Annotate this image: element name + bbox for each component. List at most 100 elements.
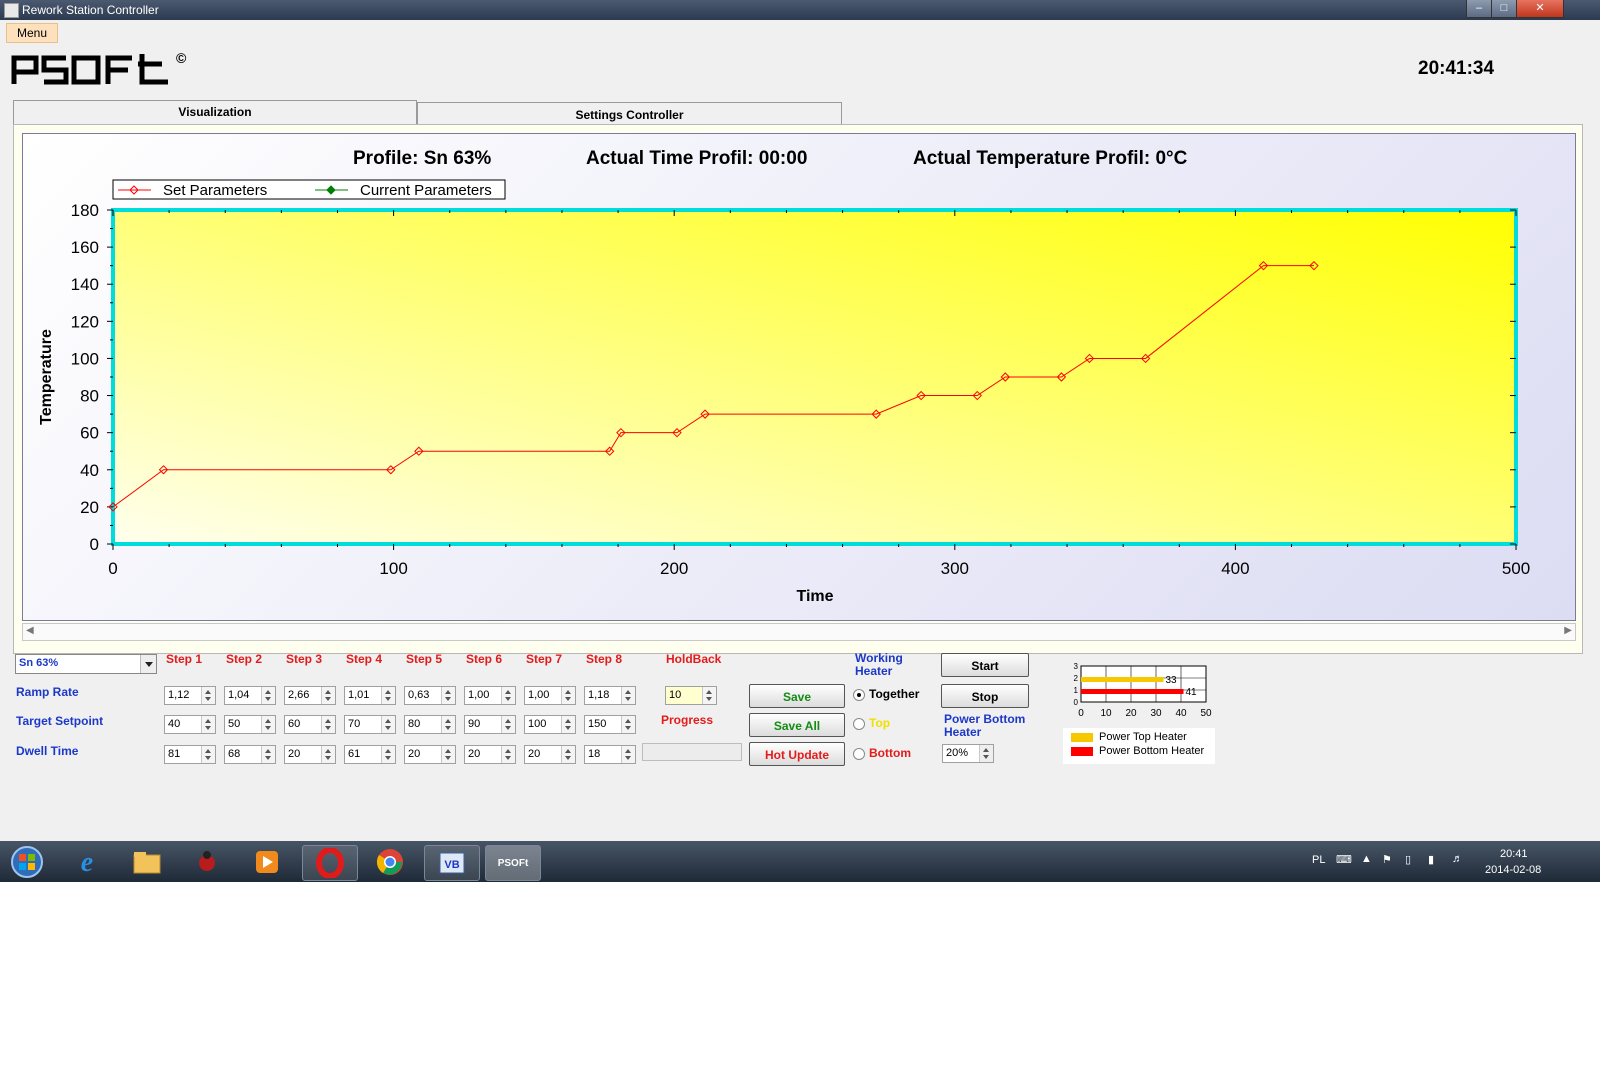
spinner-icon[interactable] [621,716,635,733]
tab-settings-controller[interactable]: Settings Controller [417,102,842,125]
target-setpoint-step-7[interactable]: 100 [524,715,576,734]
ramp-rate-step-4[interactable]: 1,01 [344,686,396,705]
spinner-icon[interactable] [561,687,575,704]
spinner-icon[interactable] [441,746,455,763]
spinner-icon[interactable] [501,746,515,763]
visual-basic-icon[interactable]: VB [424,845,480,881]
spinner-icon[interactable] [381,746,395,763]
maximize-button[interactable]: □ [1491,0,1517,18]
start-button[interactable]: Start [941,653,1029,677]
target-setpoint-step-5[interactable]: 80 [404,715,456,734]
target-setpoint-step-8[interactable]: 150 [584,715,636,734]
tray-expand-icon[interactable]: ▲ [1361,853,1372,865]
keyboard-icon[interactable]: ⌨ [1336,853,1352,866]
radio-selected-icon[interactable] [853,689,865,701]
action-center-flag-icon[interactable]: ⚑ [1382,853,1392,866]
spinner-icon[interactable] [381,687,395,704]
spinner-icon[interactable] [621,687,635,704]
dwell-time-step-3[interactable]: 20 [284,745,336,764]
spinner-icon[interactable] [201,687,215,704]
spinner-icon[interactable] [321,746,335,763]
ramp-rate-step-6[interactable]: 1,00 [464,686,516,705]
tray-date[interactable]: 2014-02-08 [1485,864,1541,876]
internet-explorer-icon[interactable]: e [60,845,114,879]
target-setpoint-step-6[interactable]: 90 [464,715,516,734]
ramp-rate-step-3[interactable]: 2,66 [284,686,336,705]
spinner-icon[interactable] [441,716,455,733]
start-orb-icon[interactable] [0,845,54,879]
spinner-icon[interactable] [201,746,215,763]
dwell-time-step-5-value: 20 [408,748,421,760]
spinner-icon[interactable] [441,687,455,704]
psoft-taskbar-button[interactable]: PSOFt [485,845,541,881]
x-tick-label: 200 [660,559,688,578]
spinner-icon[interactable] [702,687,716,704]
power-bottom-select[interactable]: 20% [942,744,994,763]
spinner-icon[interactable] [321,716,335,733]
spinner-icon[interactable] [261,687,275,704]
target-setpoint-step-2[interactable]: 50 [224,715,276,734]
chevron-down-icon[interactable] [140,655,156,673]
bug-app-icon[interactable] [180,845,234,879]
ramp-rate-step-7[interactable]: 1,00 [524,686,576,705]
ramp-rate-step-8[interactable]: 1,18 [584,686,636,705]
target-setpoint-step-1[interactable]: 40 [164,715,216,734]
profile-select[interactable]: Sn 63% [15,654,157,674]
scroll-left-icon[interactable]: ◀ [26,625,34,636]
hot-update-button[interactable]: Hot Update [749,742,845,766]
spinner-icon[interactable] [561,746,575,763]
target-setpoint-step-4[interactable]: 70 [344,715,396,734]
spinner-icon[interactable] [261,746,275,763]
network-icon[interactable]: ▮ [1428,853,1434,866]
svg-text:e: e [81,847,93,877]
spinner-icon[interactable] [561,716,575,733]
minimize-button[interactable]: – [1466,0,1492,18]
ramp-rate-step-5[interactable]: 0,63 [404,686,456,705]
svg-text:VB: VB [444,859,459,871]
ramp-rate-step-1[interactable]: 1,12 [164,686,216,705]
stop-button[interactable]: Stop [941,684,1029,708]
step-7-header: Step 7 [526,652,563,666]
chevron-down-icon[interactable] [979,745,993,762]
x-tick-label: 500 [1502,559,1530,578]
dwell-time-step-2[interactable]: 68 [224,745,276,764]
spinner-icon[interactable] [501,687,515,704]
step-6-header: Step 6 [466,652,503,666]
spinner-icon[interactable] [621,746,635,763]
opera-icon[interactable] [302,845,358,881]
device-icon[interactable]: ▯ [1405,853,1411,866]
dwell-time-step-4[interactable]: 61 [344,745,396,764]
tab-visualization[interactable]: Visualization [13,100,417,125]
volume-icon[interactable]: ♬ [1452,853,1463,865]
radio-icon[interactable] [853,748,865,760]
dwell-time-step-8[interactable]: 18 [584,745,636,764]
target-setpoint-step-3[interactable]: 60 [284,715,336,734]
spinner-icon[interactable] [201,716,215,733]
tray-time[interactable]: 20:41 [1500,848,1528,860]
save-button[interactable]: Save [749,684,845,708]
dwell-time-step-6[interactable]: 20 [464,745,516,764]
dwell-time-step-5[interactable]: 20 [404,745,456,764]
language-indicator[interactable]: PL [1312,854,1325,866]
save-all-button[interactable]: Save All [749,713,845,737]
radio-icon[interactable] [853,718,865,730]
dwell-time-step-1[interactable]: 81 [164,745,216,764]
ramp-rate-step-2[interactable]: 1,04 [224,686,276,705]
media-player-icon[interactable] [240,845,294,879]
chart-horizontal-scrollbar[interactable]: ◀ ▶ [22,623,1576,641]
spinner-icon[interactable] [501,716,515,733]
dwell-time-step-7[interactable]: 20 [524,745,576,764]
scroll-right-icon[interactable]: ▶ [1564,625,1572,636]
y-tick-label: 160 [71,238,99,257]
spinner-icon[interactable] [381,716,395,733]
target-setpoint-step-4-value: 70 [348,718,361,730]
chrome-icon[interactable] [363,845,417,879]
ramp-rate-step-8-value: 1,18 [588,689,610,701]
close-button[interactable]: ✕ [1516,0,1564,18]
file-explorer-icon[interactable] [120,845,174,879]
holdback-stepper[interactable]: 10 [665,686,717,705]
menu-item[interactable]: Menu [6,23,59,43]
spinner-icon[interactable] [261,716,275,733]
spinner-icon[interactable] [321,687,335,704]
y-tick-label: 40 [80,461,99,480]
